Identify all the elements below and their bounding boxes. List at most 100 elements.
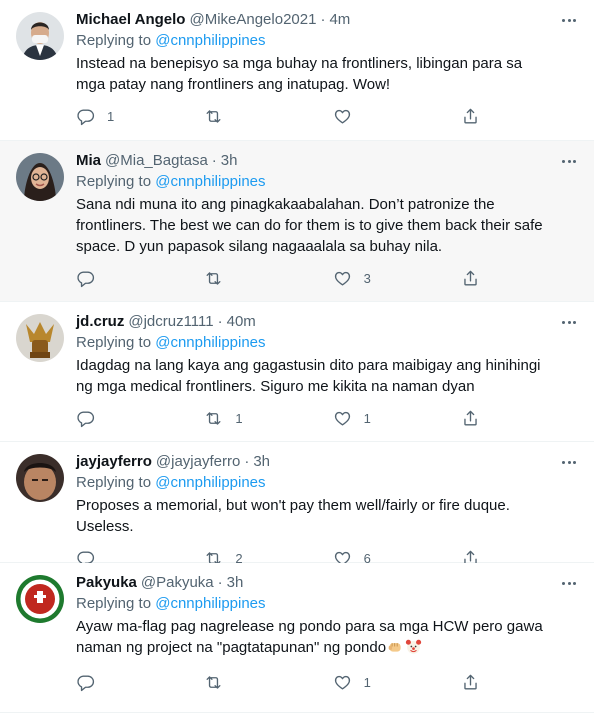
avatar[interactable] (16, 454, 64, 502)
retweet-icon (206, 676, 221, 689)
tweet-actions: 1 (76, 107, 501, 139)
more-icon[interactable] (558, 454, 580, 470)
tweet[interactable]: Pakyuka @Pakyuka · 3h Replying to @cnnph… (0, 563, 594, 713)
display-name[interactable]: Mia (76, 151, 101, 171)
timestamp[interactable]: 4m (329, 10, 350, 30)
tweet-text: Sana ndi muna ito ang pinagkakaabalahan.… (76, 196, 543, 255)
display-name[interactable]: Michael Angelo (76, 10, 185, 30)
replying-to-label: Replying to (76, 173, 156, 190)
like-icon (334, 271, 350, 286)
more-icon[interactable] (558, 314, 580, 330)
replying-to-label: Replying to (76, 474, 156, 491)
tweet-actions: 1 1 (76, 409, 501, 441)
timestamp[interactable]: 3h (253, 452, 270, 472)
avatar[interactable] (16, 12, 64, 60)
display-name[interactable]: jd.cruz (76, 312, 124, 332)
replying-to: Replying to @cnnphilippines (76, 172, 554, 192)
tweet-text-block: Ayaw ma-flag pag nagrelease ng pondo par… (76, 616, 554, 661)
share-button[interactable] (461, 269, 501, 288)
reply-button[interactable] (76, 409, 116, 428)
tweet-actions: 3 (76, 269, 501, 301)
user-handle[interactable]: @Pakyuka (141, 573, 214, 593)
display-name[interactable]: Pakyuka (76, 573, 137, 593)
avatar[interactable] (16, 314, 64, 362)
replying-to-link[interactable]: @cnnphilippines (155, 173, 265, 190)
like-button[interactable]: 3 (333, 269, 373, 288)
replying-to-label: Replying to (76, 32, 156, 49)
like-button[interactable] (333, 107, 373, 126)
reply-button[interactable] (76, 269, 116, 288)
replying-to-label: Replying to (76, 334, 156, 351)
replying-to: Replying to @cnnphilippines (76, 333, 554, 353)
retweet-button[interactable] (204, 673, 244, 692)
share-button[interactable] (461, 107, 501, 126)
reply-icon (77, 675, 95, 692)
like-count: 1 (363, 411, 371, 426)
reply-count: 1 (107, 109, 115, 124)
like-icon (334, 411, 350, 426)
reply-icon (77, 411, 95, 428)
avatar[interactable] (16, 153, 64, 201)
share-icon (464, 108, 477, 124)
tweet[interactable]: Mia @Mia_Bagtasa · 3h Replying to @cnnph… (0, 141, 594, 302)
user-handle[interactable]: @jayjayferro (156, 452, 240, 472)
more-icon[interactable] (558, 153, 580, 169)
tweet-actions: 1 (76, 673, 501, 705)
like-count: 1 (363, 675, 371, 690)
separator-dot: · (244, 453, 250, 470)
reply-button[interactable]: 1 (76, 107, 116, 126)
tweet[interactable]: jayjayferro @jayjayferro · 3h Replying t… (0, 442, 594, 568)
like-icon (334, 675, 350, 690)
share-icon (464, 674, 477, 690)
retweet-button[interactable] (204, 269, 244, 288)
like-icon (334, 109, 350, 124)
replying-to: Replying to @cnnphilippines (76, 473, 554, 493)
more-icon[interactable] (558, 12, 580, 28)
clown-emoji (405, 638, 422, 661)
reply-icon (77, 271, 95, 288)
fist-emoji (387, 638, 404, 661)
timestamp[interactable]: 3h (221, 151, 238, 171)
user-handle[interactable]: @jdcruz1111 (128, 312, 213, 332)
replying-to-link[interactable]: @cnnphilippines (155, 32, 265, 49)
tweet-text: Ayaw ma-flag pag nagrelease ng pondo par… (76, 618, 543, 656)
reply-button[interactable] (76, 673, 116, 692)
timestamp[interactable]: 40m (227, 312, 256, 332)
retweet-icon (206, 272, 221, 285)
share-button[interactable] (461, 409, 501, 428)
tweet[interactable]: Michael Angelo @MikeAngelo2021 · 4m Repl… (0, 0, 594, 141)
retweet-count: 1 (235, 411, 243, 426)
display-name[interactable]: jayjayferro (76, 452, 152, 472)
separator-dot: · (320, 11, 326, 28)
tweet-text: Idagdag na lang kaya ang gagastusin dito… (76, 357, 541, 395)
more-icon[interactable] (558, 575, 580, 591)
replying-to-link[interactable]: @cnnphilippines (155, 474, 265, 491)
like-button[interactable]: 1 (333, 673, 373, 692)
retweet-icon (206, 110, 221, 123)
retweet-button[interactable] (204, 107, 244, 126)
reply-icon (77, 109, 95, 126)
retweet-button[interactable]: 1 (204, 409, 244, 428)
replying-to: Replying to @cnnphilippines (76, 31, 554, 51)
avatar[interactable] (16, 575, 64, 623)
retweet-icon (206, 412, 221, 425)
share-icon (464, 410, 477, 426)
share-icon (464, 270, 477, 286)
timestamp[interactable]: 3h (227, 573, 244, 593)
tweet-text: Instead na benepisyo sa mga buhay na fro… (76, 55, 523, 93)
replying-to-label: Replying to (76, 595, 156, 612)
tweet-text: Proposes a memorial, but won't pay them … (76, 497, 510, 535)
reply-feed: Michael Angelo @MikeAngelo2021 · 4m Repl… (0, 0, 594, 713)
tweet[interactable]: jd.cruz @jdcruz1111 · 40m Replying to @c… (0, 302, 594, 442)
replying-to-link[interactable]: @cnnphilippines (155, 595, 265, 612)
separator-dot: · (211, 152, 217, 169)
separator-dot: · (217, 313, 223, 330)
replying-to-link[interactable]: @cnnphilippines (155, 334, 265, 351)
separator-dot: · (217, 574, 223, 591)
replying-to: Replying to @cnnphilippines (76, 594, 554, 614)
user-handle[interactable]: @Mia_Bagtasa (105, 151, 208, 171)
like-button[interactable]: 1 (333, 409, 373, 428)
share-button[interactable] (461, 673, 501, 692)
user-handle[interactable]: @MikeAngelo2021 (189, 10, 316, 30)
like-count: 3 (363, 271, 371, 286)
